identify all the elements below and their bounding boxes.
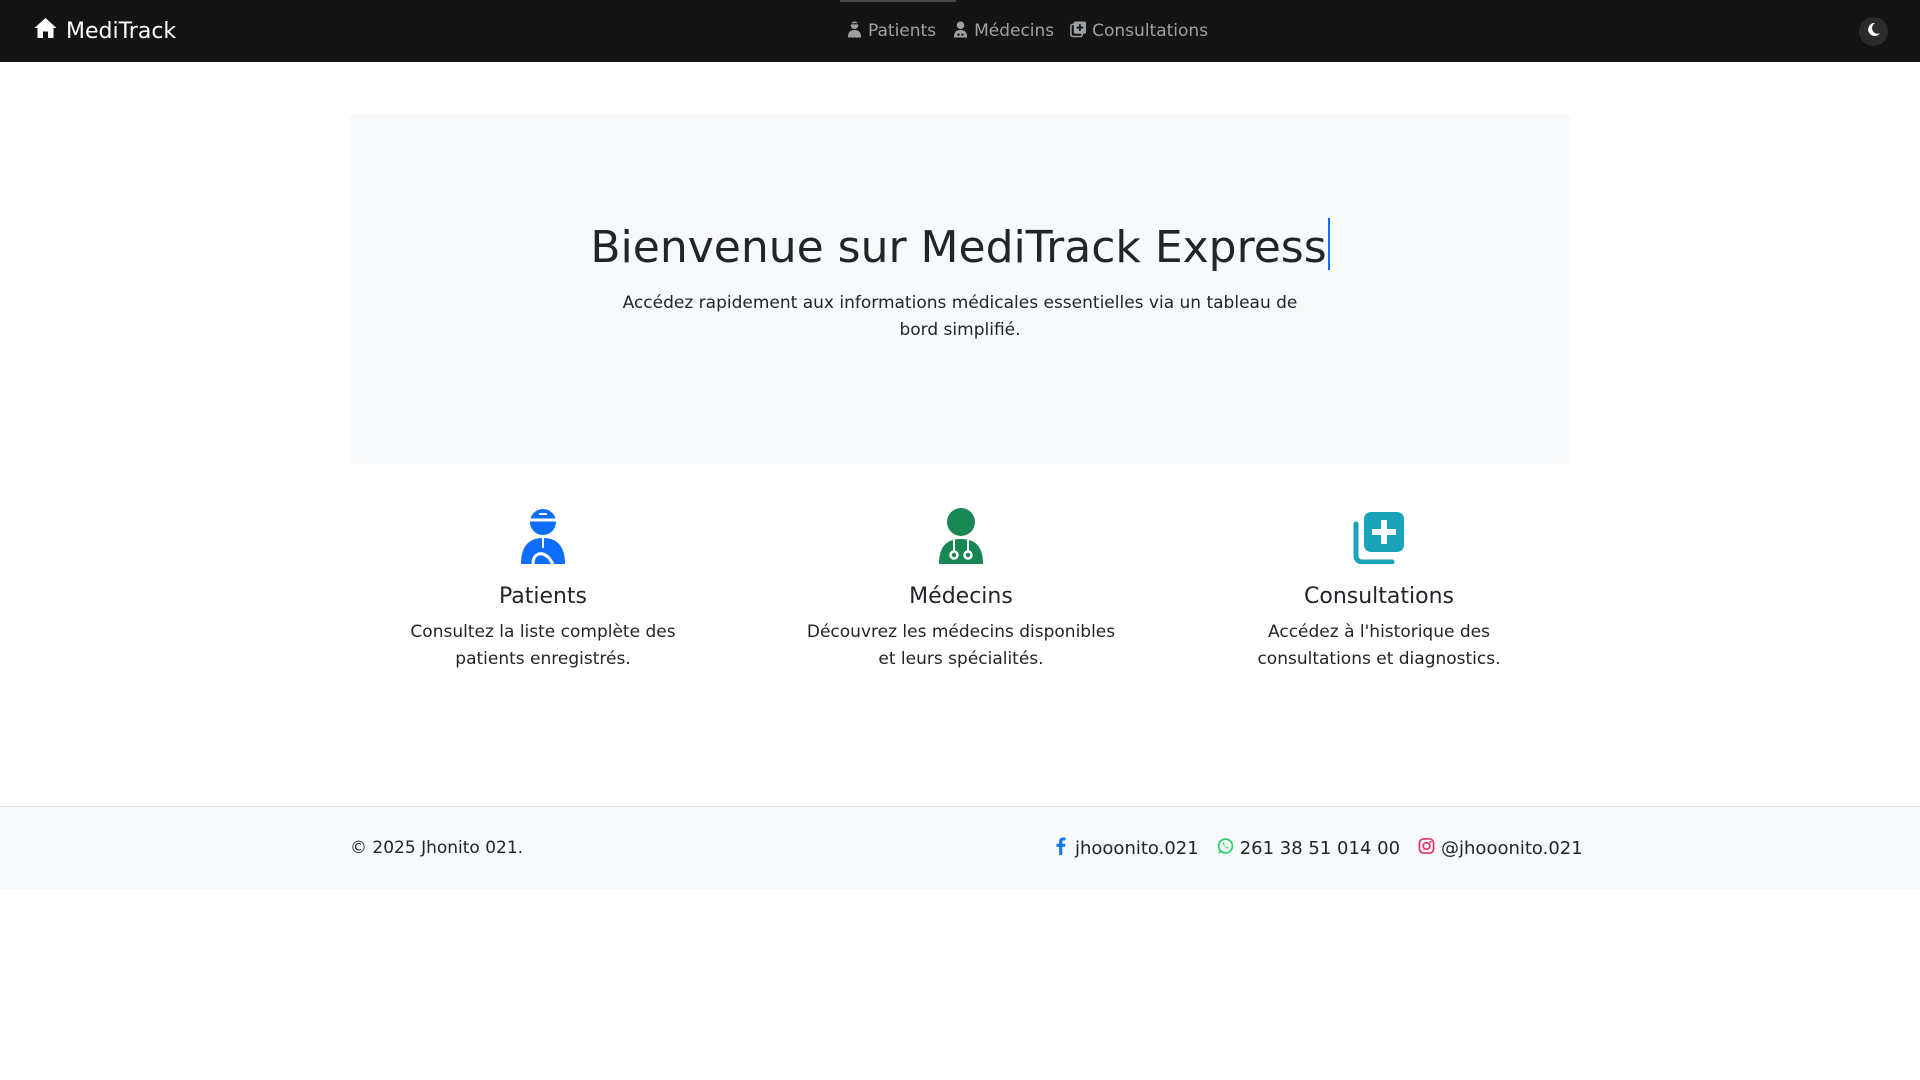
user-injured-icon xyxy=(846,20,863,43)
feature-title: Patients xyxy=(498,584,588,609)
nav-link-patients[interactable]: Patients xyxy=(846,20,936,43)
user-doctor-icon xyxy=(952,20,969,43)
feature-title: Consultations xyxy=(1304,584,1454,609)
notes-medical-icon xyxy=(1352,510,1406,568)
feature-consultations: Consultations Accédez à l'historique des… xyxy=(1189,508,1569,673)
brand-label: MediTrack xyxy=(66,18,177,44)
notes-medical-icon xyxy=(1070,20,1087,43)
social-links: jhooonito.021 261 38 51 014 00 @jhooonit… xyxy=(1052,807,1583,889)
hero-title: Bienvenue sur MediTrack Express xyxy=(350,218,1570,275)
text-caret xyxy=(1327,218,1330,270)
hero-title-text: Bienvenue sur MediTrack Express xyxy=(590,222,1327,273)
feature-title: Médecins xyxy=(909,584,1013,609)
nav-links: Patients Médecins Consultations xyxy=(846,0,1208,62)
moon-icon xyxy=(1866,22,1881,41)
nav-link-label: Médecins xyxy=(974,21,1055,41)
copyright-text: © 2025 Jhonito 021. xyxy=(350,838,524,858)
user-doctor-icon xyxy=(937,508,985,568)
social-label: @jhooonito.021 xyxy=(1441,837,1583,859)
whatsapp-icon xyxy=(1217,837,1234,860)
top-navbar: MediTrack Patients Médecins Consultation… xyxy=(0,0,1920,62)
home-icon xyxy=(33,17,58,45)
nav-link-medecins[interactable]: Médecins xyxy=(952,20,1054,43)
facebook-link[interactable]: jhooonito.021 xyxy=(1052,836,1199,860)
whatsapp-link[interactable]: 261 38 51 014 00 xyxy=(1217,837,1400,860)
feature-description: Découvrez les médecins disponibles et le… xyxy=(806,622,1116,669)
user-injured-icon xyxy=(519,508,567,568)
page-footer: © 2025 Jhonito 021. jhooonito.021 261 38… xyxy=(0,806,1920,889)
social-label: 261 38 51 014 00 xyxy=(1239,837,1401,859)
feature-patients: Patients Consultez la liste complète des… xyxy=(353,508,733,673)
brand-link[interactable]: MediTrack xyxy=(33,0,176,62)
feature-description: Consultez la liste complète des patients… xyxy=(410,622,676,669)
instagram-link[interactable]: @jhooonito.021 xyxy=(1418,837,1583,860)
feature-description: Accédez à l'historique des consultations… xyxy=(1257,622,1501,669)
social-label: jhooonito.021 xyxy=(1075,837,1199,859)
instagram-icon xyxy=(1418,837,1435,860)
features-section: Patients Consultez la liste complète des… xyxy=(350,508,1604,688)
hero-section: Bienvenue sur MediTrack Express Accédez … xyxy=(350,114,1570,464)
nav-link-label: Patients xyxy=(868,21,937,41)
facebook-icon xyxy=(1052,836,1069,860)
nav-link-consultations[interactable]: Consultations xyxy=(1070,20,1208,43)
nav-link-label: Consultations xyxy=(1092,21,1209,41)
hero-subtitle: Accédez rapidement aux informations médi… xyxy=(622,293,1298,340)
theme-toggle-button[interactable] xyxy=(1859,17,1888,46)
feature-medecins: Médecins Découvrez les médecins disponib… xyxy=(771,508,1151,673)
